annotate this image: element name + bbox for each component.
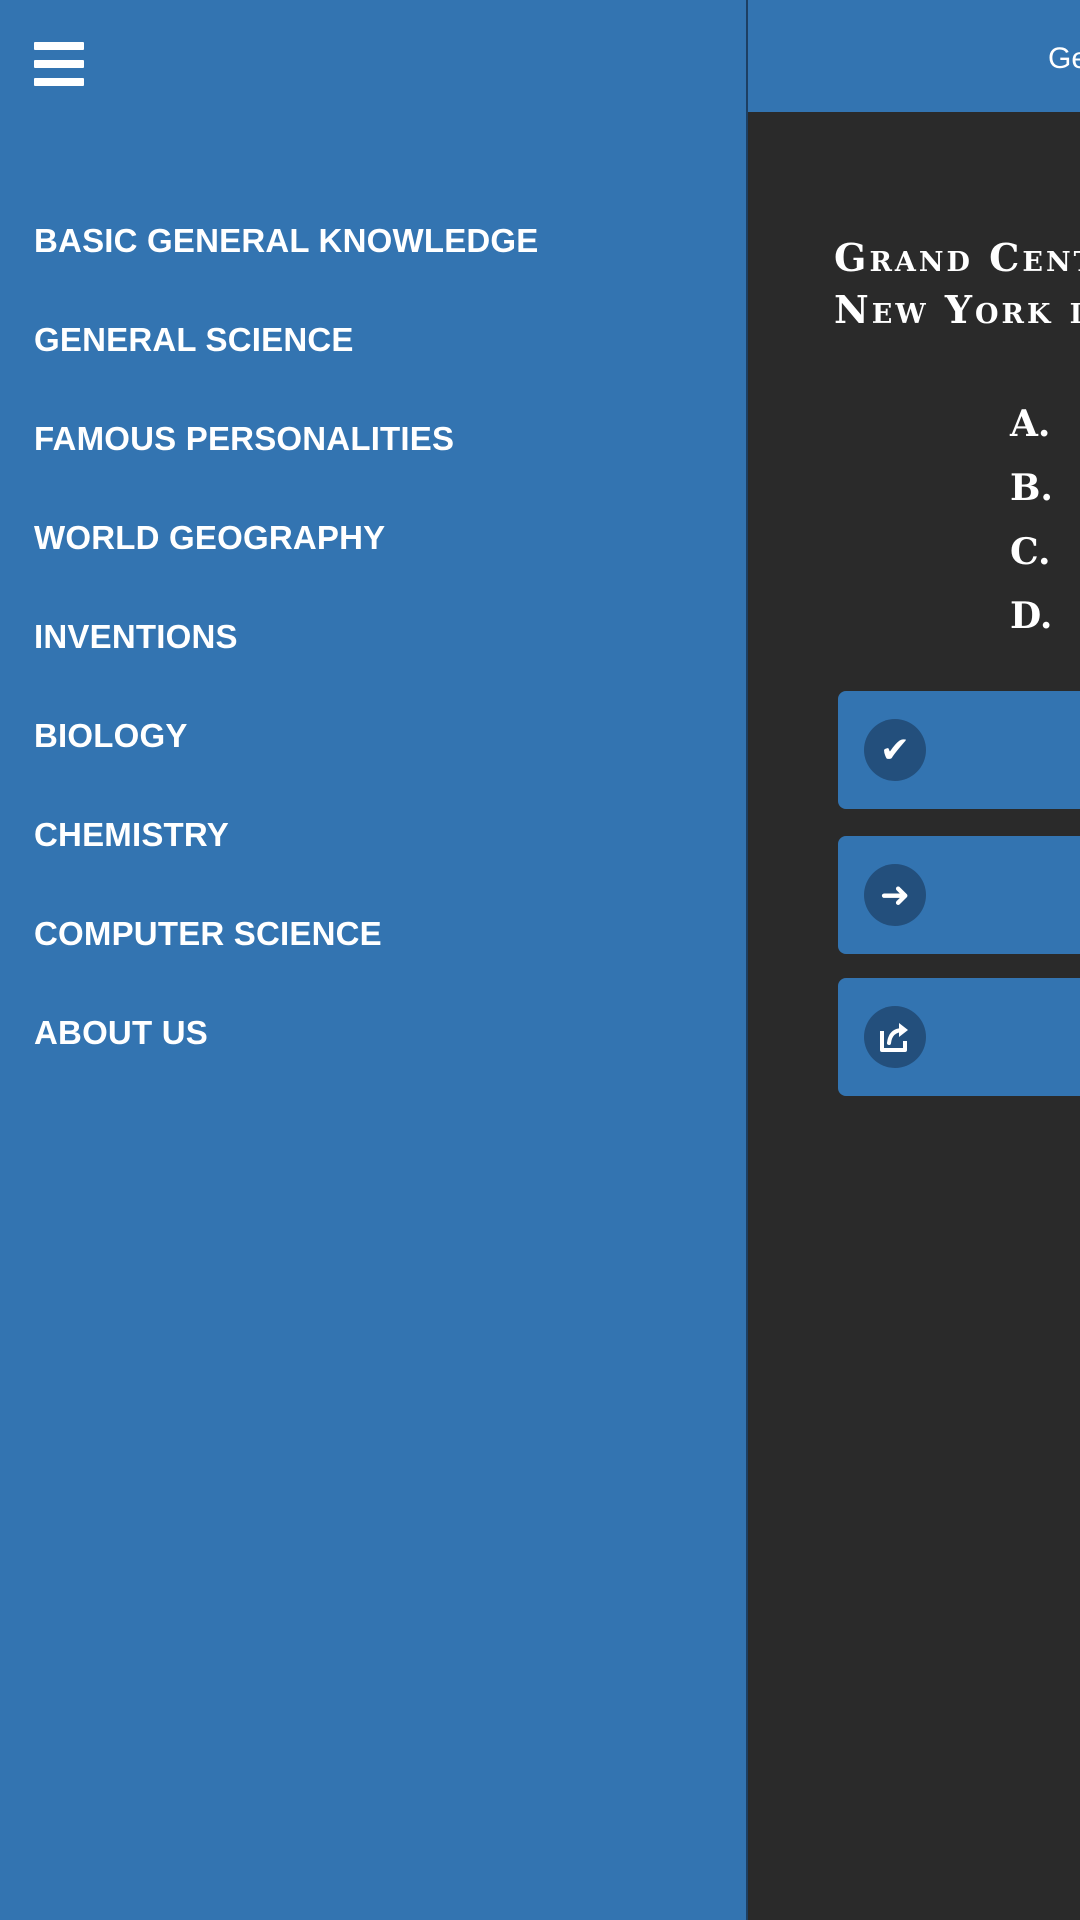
menu-item-general-science[interactable]: GENERAL SCIENCE	[34, 311, 539, 410]
hamburger-menu-icon[interactable]	[34, 42, 84, 86]
question-line-2: New York is	[834, 287, 1080, 332]
navigation-drawer: BASIC GENERAL KNOWLEDGE GENERAL SCIENCE …	[0, 0, 748, 1920]
arrow-right-circle-icon: ➜	[864, 864, 926, 926]
menu-item-inventions[interactable]: INVENTIONS	[34, 608, 539, 707]
check-answer-button[interactable]: ✔	[838, 691, 1080, 809]
menu-item-computer-science[interactable]: COMPUTER SCIENCE	[34, 905, 539, 1004]
menu-item-chemistry[interactable]: CHEMISTRY	[34, 806, 539, 905]
share-icon-glyph	[880, 1023, 908, 1052]
question-text: Grand Cent New York is	[834, 232, 1080, 336]
hamburger-bar-top	[34, 42, 84, 50]
menu-item-about-us[interactable]: ABOUT US	[34, 1004, 539, 1103]
share-icon	[864, 1006, 926, 1068]
check-circle-icon: ✔	[864, 719, 926, 781]
menu-item-biology[interactable]: BIOLOGY	[34, 707, 539, 806]
answer-options: A. B. C. D.	[1010, 398, 1053, 654]
next-question-button[interactable]: ➜	[838, 836, 1080, 954]
hamburger-bar-bottom	[34, 78, 84, 86]
category-menu: BASIC GENERAL KNOWLEDGE GENERAL SCIENCE …	[34, 212, 539, 1103]
menu-item-world-geography[interactable]: WORLD GEOGRAPHY	[34, 509, 539, 608]
hamburger-bar-middle	[34, 60, 84, 68]
question-line-1: Grand Cent	[834, 235, 1080, 280]
page-title: Ge	[1048, 42, 1080, 75]
option-c[interactable]: C.	[1010, 526, 1053, 590]
option-a[interactable]: A.	[1010, 398, 1053, 462]
top-app-bar: Ge	[748, 0, 1080, 112]
menu-item-basic-general-knowledge[interactable]: BASIC GENERAL KNOWLEDGE	[34, 212, 539, 311]
quiz-content: Ge Grand Cent New York is A. B. C. D. ✔ …	[748, 0, 1080, 1920]
option-b[interactable]: B.	[1010, 462, 1053, 526]
option-d[interactable]: D.	[1010, 590, 1053, 654]
menu-item-famous-personalities[interactable]: FAMOUS PERSONALITIES	[34, 410, 539, 509]
share-button[interactable]	[838, 978, 1080, 1096]
